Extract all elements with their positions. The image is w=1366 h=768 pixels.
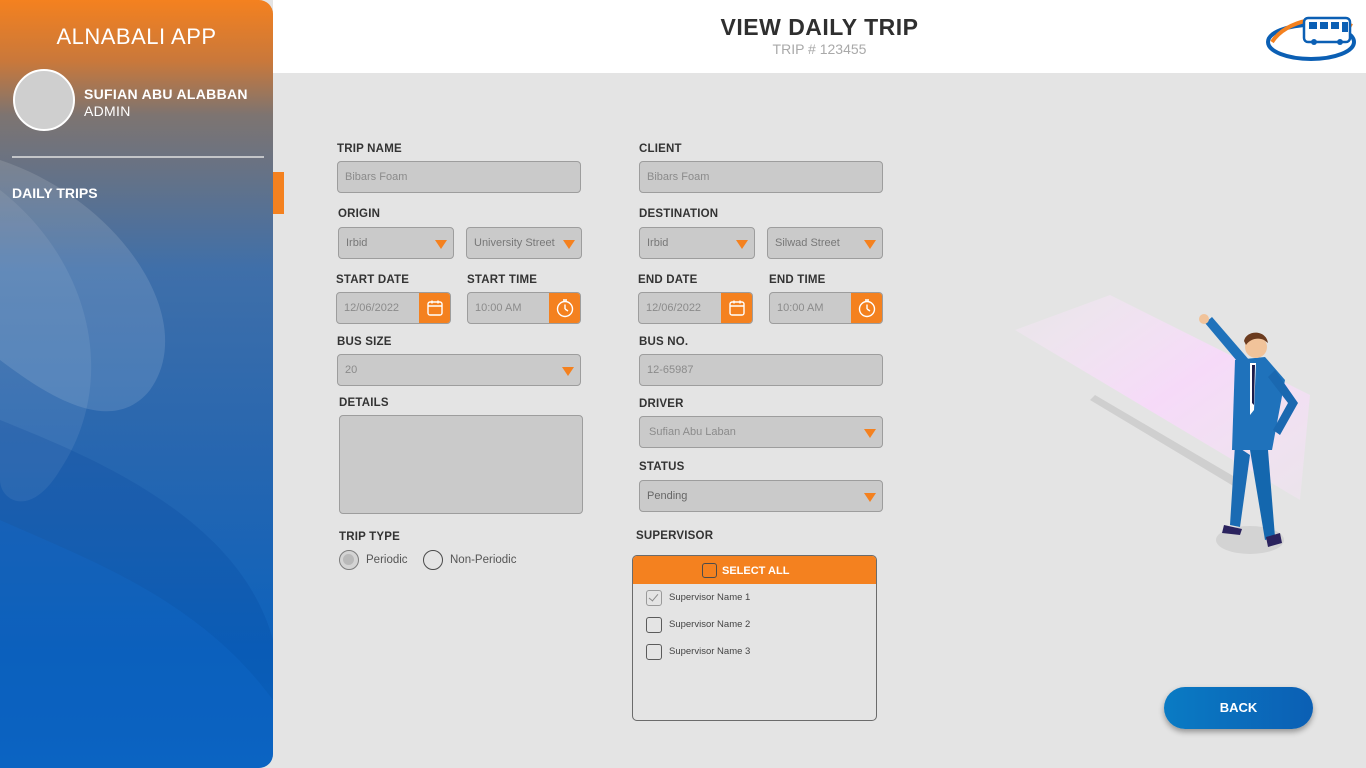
dropdown-arrow-icon	[864, 240, 876, 249]
origin-city-select[interactable]: Irbid	[338, 227, 454, 259]
driver-value: Sufian Abu Laban	[649, 426, 736, 438]
origin-label: ORIGIN	[338, 208, 381, 220]
client-field[interactable]: Bibars Foam	[639, 161, 883, 193]
calendar-icon[interactable]	[419, 293, 450, 323]
trip-name-label: TRIP NAME	[337, 143, 402, 155]
end-time-value: 10:00 AM	[777, 302, 824, 314]
sidebar: ALNABALI APP SUFIAN ABU ALABBAN ADMIN DA…	[0, 0, 273, 768]
status-label: STATUS	[639, 461, 685, 473]
start-time-field[interactable]: 10:00 AM	[467, 292, 581, 324]
destination-street-value: Silwad Street	[775, 237, 840, 249]
dropdown-arrow-icon	[563, 240, 575, 249]
supervisor-list: SELECT ALL Supervisor Name 1 Supervisor …	[632, 555, 877, 721]
clock-icon[interactable]	[549, 293, 580, 323]
bus-size-value: 20	[345, 364, 358, 376]
start-time-value: 10:00 AM	[475, 302, 522, 314]
trip-type-label: TRIP TYPE	[339, 531, 401, 543]
periodic-radio-label: Periodic	[366, 554, 408, 566]
end-date-value: 12/06/2022	[646, 302, 702, 314]
periodic-radio[interactable]	[339, 550, 359, 570]
end-date-field[interactable]: 12/06/2022	[638, 292, 753, 324]
clock-icon[interactable]	[851, 293, 882, 323]
bus-size-label: BUS SIZE	[337, 336, 392, 348]
status-select[interactable]: Pending	[639, 480, 883, 512]
origin-city-value: Irbid	[346, 237, 368, 249]
supervisor-name: Supervisor Name 3	[669, 646, 751, 657]
supervisor-checkbox[interactable]	[646, 644, 662, 660]
avatar[interactable]	[13, 69, 75, 131]
sidebar-divider	[12, 156, 264, 158]
back-button[interactable]: BACK	[1164, 687, 1313, 729]
header: VIEW DAILY TRIP TRIP # 123455	[273, 0, 1366, 73]
bus-size-select[interactable]: 20	[337, 354, 581, 386]
dropdown-arrow-icon	[736, 240, 748, 249]
details-textarea[interactable]	[339, 415, 583, 514]
dropdown-arrow-icon	[864, 429, 876, 438]
company-bus-logo	[1266, 16, 1356, 61]
bus-no-label: BUS NO.	[639, 336, 689, 348]
dropdown-arrow-icon	[562, 367, 574, 376]
non-periodic-radio-label: Non-Periodic	[450, 554, 517, 566]
sidebar-item-daily-trips[interactable]: DAILY TRIPS	[12, 185, 98, 201]
driver-select[interactable]: Sufian Abu Laban	[639, 416, 883, 448]
end-time-label: END TIME	[769, 274, 826, 286]
supervisor-name: Supervisor Name 1	[669, 592, 751, 603]
start-date-field[interactable]: 12/06/2022	[336, 292, 451, 324]
page-title: VIEW DAILY TRIP	[720, 14, 919, 40]
select-all-row[interactable]: SELECT ALL	[633, 556, 876, 584]
calendar-icon[interactable]	[721, 293, 752, 323]
driver-label: DRIVER	[639, 398, 684, 410]
supervisor-checkbox[interactable]	[646, 590, 662, 606]
non-periodic-radio[interactable]	[423, 550, 443, 570]
origin-street-value: University Street	[474, 237, 555, 249]
user-role: ADMIN	[84, 103, 131, 119]
details-label: DETAILS	[339, 397, 389, 409]
supervisor-label: SUPERVISOR	[636, 530, 714, 542]
trip-name-field[interactable]: Bibars Foam	[337, 161, 581, 193]
start-date-value: 12/06/2022	[344, 302, 400, 314]
bus-no-field[interactable]: 12-65987	[639, 354, 883, 386]
end-time-field[interactable]: 10:00 AM	[769, 292, 883, 324]
end-date-label: END DATE	[638, 274, 698, 286]
businessman-illustration	[1015, 295, 1310, 554]
status-value: Pending	[647, 490, 688, 502]
destination-label: DESTINATION	[639, 208, 719, 220]
app-title: ALNABALI APP	[56, 24, 217, 49]
dropdown-arrow-icon	[864, 493, 876, 502]
destination-city-value: Irbid	[647, 237, 669, 249]
active-nav-indicator	[273, 172, 284, 214]
trip-number: TRIP # 123455	[772, 41, 867, 57]
destination-street-select[interactable]: Silwad Street	[767, 227, 883, 259]
client-label: CLIENT	[639, 143, 682, 155]
supervisor-name: Supervisor Name 2	[669, 619, 751, 630]
start-date-label: START DATE	[336, 274, 410, 286]
user-name: SUFIAN ABU ALABBAN	[84, 86, 248, 102]
start-time-label: START TIME	[467, 274, 538, 286]
supervisor-checkbox[interactable]	[646, 617, 662, 633]
destination-city-select[interactable]: Irbid	[639, 227, 755, 259]
dropdown-arrow-icon	[435, 240, 447, 249]
select-all-checkbox[interactable]	[702, 563, 717, 578]
origin-street-select[interactable]: University Street	[466, 227, 582, 259]
select-all-label: SELECT ALL	[722, 565, 790, 577]
